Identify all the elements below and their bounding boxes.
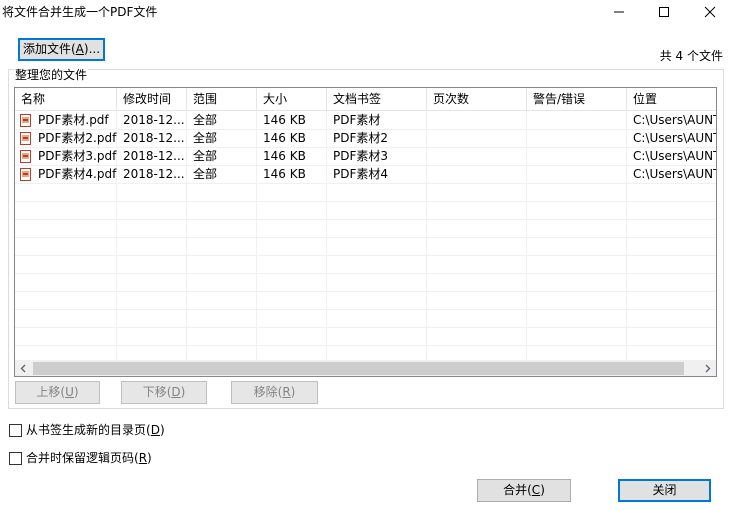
cell-warning <box>527 165 627 183</box>
chevron-left-icon <box>20 364 26 373</box>
cell-bookmark: PDF素材 <box>333 113 381 127</box>
file-count: 共 4 个文件 <box>659 49 723 63</box>
scroll-left-button[interactable] <box>15 360 32 376</box>
cell-range: 全部 <box>193 131 218 145</box>
cell-location: C:\Users\AUNT <box>633 167 716 181</box>
cell-modified: 2018-12... <box>123 167 185 181</box>
merge-button[interactable]: 合并(C) <box>477 479 571 502</box>
maximize-button[interactable] <box>641 0 687 24</box>
list-body: PDF素材.pdf 2018-12... 全部 146 KB PDF素材 C:\… <box>15 111 716 361</box>
cell-pages <box>427 165 527 183</box>
cell-pages <box>427 147 527 165</box>
cell-name: PDF素材.pdf <box>38 113 109 127</box>
checkbox-label: 合并时保留逻辑页码(R) <box>26 451 152 465</box>
scroll-right-button[interactable] <box>699 360 716 376</box>
cell-range: 全部 <box>193 113 218 127</box>
cell-warning <box>527 147 627 165</box>
minimize-button[interactable] <box>596 0 642 24</box>
cell-range: 全部 <box>193 167 218 181</box>
horizontal-scrollbar[interactable] <box>15 360 716 376</box>
column-header-range[interactable]: 范围 <box>187 88 257 111</box>
cell-size: 146 KB <box>263 131 306 145</box>
pdf-file-icon <box>20 114 31 127</box>
add-files-button[interactable]: 添加文件(A)... <box>18 38 105 61</box>
close-icon <box>704 6 716 18</box>
list-header: 名称 修改时间 范围 大小 文档书签 页次数 警告/错误 位置 <box>15 88 716 111</box>
table-row[interactable]: PDF素材.pdf 2018-12... 全部 146 KB PDF素材 C:\… <box>15 111 716 129</box>
cell-bookmark: PDF素材2 <box>333 131 389 145</box>
close-button[interactable]: 关闭 <box>618 479 711 502</box>
table-row[interactable]: PDF素材4.pdf 2018-12... 全部 146 KB PDF素材4 C… <box>15 165 716 183</box>
title-bar: 将文件合并生成一个PDF文件 <box>0 0 733 26</box>
remove-button[interactable]: 移除(R) <box>231 381 318 404</box>
cell-size: 146 KB <box>263 149 306 163</box>
pdf-file-icon <box>20 168 31 181</box>
minimize-icon <box>614 11 624 13</box>
file-list[interactable]: 名称 修改时间 范围 大小 文档书签 页次数 警告/错误 位置 PDF素材.pd… <box>14 87 717 377</box>
scrollbar-thumb[interactable] <box>33 362 684 375</box>
checkbox-label: 从书签生成新的目录页(D) <box>26 423 165 437</box>
cell-modified: 2018-12... <box>123 149 185 163</box>
table-row[interactable]: PDF素材2.pdf 2018-12... 全部 146 KB PDF素材2 C… <box>15 129 716 147</box>
column-header-bookmark[interactable]: 文档书签 <box>327 88 427 111</box>
move-up-button[interactable]: 上移(U) <box>15 381 100 404</box>
table-row[interactable]: PDF素材3.pdf 2018-12... 全部 146 KB PDF素材3 C… <box>15 147 716 165</box>
cell-name: PDF素材3.pdf <box>38 149 117 163</box>
group-label: 整理您的文件 <box>14 68 89 82</box>
cell-warning <box>527 129 627 147</box>
chevron-right-icon <box>705 364 711 373</box>
close-window-button[interactable] <box>687 0 733 24</box>
cell-name: PDF素材2.pdf <box>38 131 117 145</box>
cell-modified: 2018-12... <box>123 113 185 127</box>
checkbox-box[interactable] <box>9 452 22 465</box>
column-header-modified[interactable]: 修改时间 <box>117 88 187 111</box>
cell-size: 146 KB <box>263 167 306 181</box>
window-title: 将文件合并生成一个PDF文件 <box>2 5 158 19</box>
column-header-location[interactable]: 位置 <box>627 88 716 111</box>
cell-pages <box>427 111 527 129</box>
cell-warning <box>527 111 627 129</box>
cell-bookmark: PDF素材3 <box>333 149 389 163</box>
cell-size: 146 KB <box>263 113 306 127</box>
column-header-pages[interactable]: 页次数 <box>427 88 527 111</box>
cell-pages <box>427 129 527 147</box>
cell-location: C:\Users\AUNT <box>633 131 716 145</box>
cell-name: PDF素材4.pdf <box>38 167 117 181</box>
column-header-name[interactable]: 名称 <box>15 88 117 111</box>
column-header-warning[interactable]: 警告/错误 <box>527 88 627 111</box>
maximize-icon <box>659 7 669 17</box>
pdf-file-icon <box>20 150 31 163</box>
pdf-file-icon <box>20 132 31 145</box>
column-header-size[interactable]: 大小 <box>257 88 327 111</box>
cell-bookmark: PDF素材4 <box>333 167 389 181</box>
cell-range: 全部 <box>193 149 218 163</box>
move-down-button[interactable]: 下移(D) <box>121 381 207 404</box>
checkbox-box[interactable] <box>9 424 22 437</box>
cell-location: C:\Users\AUNT <box>633 149 716 163</box>
cell-modified: 2018-12... <box>123 131 185 145</box>
cell-location: C:\Users\AUNT <box>633 113 716 127</box>
